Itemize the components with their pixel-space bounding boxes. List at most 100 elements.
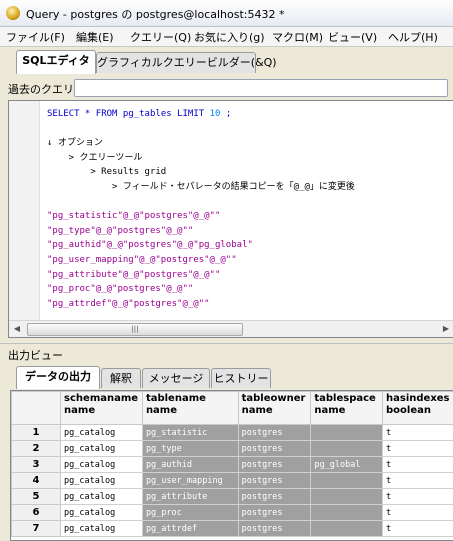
grid-header-row: schemanamename tablenamename tableownern… [12,392,453,425]
sql-terminator: ; [220,109,231,119]
row-number[interactable]: 2 [12,441,61,457]
tab-sql-editor[interactable]: SQLエディタ [16,50,96,74]
table-row[interactable]: 2 pg_catalog pg_type postgres t [12,441,453,457]
cell-schemaname[interactable]: pg_catalog [61,441,143,457]
column-header-tablespace[interactable]: tablespacename [311,392,383,425]
title-bar: Query - postgres の postgres@localhost:54… [0,0,453,27]
cell-tablename[interactable]: pg_user_mapping [142,473,238,489]
cell-hasindexes[interactable]: t [383,521,453,537]
data-grid[interactable]: schemanamename tablenamename tableownern… [10,390,453,541]
result-line: "pg_statistic"@_@"postgres"@_@"" [47,211,220,221]
tab-explain[interactable]: 解釈 [101,368,141,388]
column-header-schemaname[interactable]: schemanamename [61,392,143,425]
table-row[interactable]: 3 pg_catalog pg_authid postgres pg_globa… [12,457,453,473]
cell-tablespace[interactable] [311,521,383,537]
editor-hscrollbar[interactable]: ◀ ||| ▶ [9,320,453,337]
note-line: > クエリーツール [47,153,142,163]
table-row[interactable]: 4 pg_catalog pg_user_mapping postgres t [12,473,453,489]
row-number[interactable]: 7 [12,521,61,537]
sql-select-keyword: SELECT [47,109,80,119]
row-number[interactable]: 6 [12,505,61,521]
cell-tableowner[interactable]: postgres [238,505,311,521]
sql-table-name: pg_tables [117,109,177,119]
note-line: > Results grid [47,167,166,177]
editor-tabs: SQLエディタ グラフィカルクエリービルダー(&Q) [0,47,453,75]
history-label: 過去のクエリ [8,81,74,97]
menu-favorites[interactable]: お気に入り(g) [194,29,265,45]
cell-tablespace[interactable] [311,441,383,457]
cell-hasindexes[interactable]: t [383,489,453,505]
sql-star: * [80,109,96,119]
sql-from-keyword: FROM [96,109,118,119]
menu-query[interactable]: クエリー(Q) [130,29,191,45]
tab-data-output[interactable]: データの出力 [16,366,100,389]
tab-graphical-query-builder[interactable]: グラフィカルクエリービルダー(&Q) [96,52,256,73]
cell-tablespace[interactable] [311,489,383,505]
arrow-left-icon[interactable]: ◀ [11,323,23,334]
cell-schemaname[interactable]: pg_catalog [61,473,143,489]
cell-schemaname[interactable]: pg_catalog [61,505,143,521]
cell-hasindexes[interactable]: t [383,425,453,441]
result-line: "pg_type"@_@"postgres"@_@"" [47,226,193,236]
row-number[interactable]: 3 [12,457,61,473]
tab-history[interactable]: ヒストリー [211,368,271,388]
scroll-thumb[interactable]: ||| [27,323,243,336]
column-header-hasindexes[interactable]: hasindexesboolean [383,392,453,425]
note-line: ↓ オプション [47,138,103,148]
sql-limit-keyword: LIMIT [177,109,204,119]
cell-tablename[interactable]: pg_proc [142,505,238,521]
cell-schemaname[interactable]: pg_catalog [61,457,143,473]
cell-schemaname[interactable]: pg_catalog [61,521,143,537]
cell-tableowner[interactable]: postgres [238,521,311,537]
cell-hasindexes[interactable]: t [383,473,453,489]
column-header-tableowner[interactable]: tableownername [238,392,311,425]
tab-messages[interactable]: メッセージ [142,368,210,388]
menu-view[interactable]: ビュー(V) [328,29,377,45]
cell-tablename[interactable]: pg_authid [142,457,238,473]
cell-tablespace[interactable] [311,505,383,521]
cell-hasindexes[interactable]: t [383,457,453,473]
result-line: "pg_attrdef"@_@"postgres"@_@"" [47,299,210,309]
table-row[interactable]: 6 pg_catalog pg_proc postgres t [12,505,453,521]
history-row: 過去のクエリ [0,76,453,100]
menu-file[interactable]: ファイル(F) [6,29,65,45]
table-row[interactable]: 5 pg_catalog pg_attribute postgres t [12,489,453,505]
result-table: schemanamename tablenamename tableownern… [11,391,453,537]
cell-tablename[interactable]: pg_type [142,441,238,457]
cell-schemaname[interactable]: pg_catalog [61,425,143,441]
sql-editor[interactable]: SELECT * FROM pg_tables LIMIT 10 ; ↓ オプシ… [8,100,453,338]
output-tabs: データの出力 解釈 メッセージ ヒストリー [0,363,453,389]
row-number[interactable]: 4 [12,473,61,489]
history-combo[interactable] [74,79,448,97]
row-number[interactable]: 5 [12,489,61,505]
cell-tableowner[interactable]: postgres [238,457,311,473]
cell-tablename[interactable]: pg_attribute [142,489,238,505]
cell-tableowner[interactable]: postgres [238,473,311,489]
cell-schemaname[interactable]: pg_catalog [61,489,143,505]
menu-help[interactable]: ヘルプ(H) [388,29,438,45]
row-number[interactable]: 1 [12,425,61,441]
table-row[interactable]: 1 pg_catalog pg_statistic postgres t [12,425,453,441]
cell-hasindexes[interactable]: t [383,441,453,457]
cell-tablespace[interactable]: pg_global [311,457,383,473]
cell-tablespace[interactable] [311,473,383,489]
sql-limit-number: 10 [210,109,221,119]
note-line: > フィールド・セパレータの結果コピーを「@_@」に変更後 [47,182,355,192]
cell-tablename[interactable]: pg_attrdef [142,521,238,537]
menu-macro[interactable]: マクロ(M) [272,29,323,45]
menu-edit[interactable]: 編集(E) [76,29,114,45]
cell-tablename[interactable]: pg_statistic [142,425,238,441]
column-header-tablename[interactable]: tablenamename [142,392,238,425]
app-icon [6,6,20,20]
cell-tableowner[interactable]: postgres [238,441,311,457]
arrow-right-icon[interactable]: ▶ [440,323,452,334]
table-row[interactable]: 7 pg_catalog pg_attrdef postgres t [12,521,453,537]
output-pane-title: 出力ビュー [8,347,63,363]
cell-hasindexes[interactable]: t [383,505,453,521]
result-line: "pg_user_mapping"@_@"postgres"@_@"" [47,255,237,265]
cell-tableowner[interactable]: postgres [238,489,311,505]
cell-tableowner[interactable]: postgres [238,425,311,441]
editor-code: SELECT * FROM pg_tables LIMIT 10 ; ↓ オプシ… [47,107,355,311]
menu-bar: ファイル(F) 編集(E) クエリー(Q) お気に入り(g) マクロ(M) ビュ… [0,27,453,47]
cell-tablespace[interactable] [311,425,383,441]
